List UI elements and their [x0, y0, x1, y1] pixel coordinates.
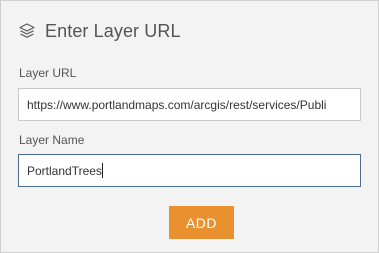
text-caret [101, 163, 103, 178]
add-button[interactable]: ADD [169, 206, 234, 239]
layer-url-value: https://www.portlandmaps.com/arcgis/rest… [27, 97, 327, 112]
layer-url-input[interactable]: https://www.portlandmaps.com/arcgis/rest… [18, 88, 361, 121]
panel-header: Enter Layer URL [18, 19, 181, 43]
layers-icon [18, 22, 36, 40]
layer-name-input[interactable]: PortlandTrees [18, 154, 361, 187]
layer-name-label: Layer Name [19, 133, 85, 147]
layer-url-label: Layer URL [19, 66, 77, 80]
layer-name-value: PortlandTrees [27, 163, 102, 178]
panel-title: Enter Layer URL [45, 20, 181, 41]
enter-layer-url-panel: Enter Layer URL Layer URL https://www.po… [0, 0, 379, 253]
